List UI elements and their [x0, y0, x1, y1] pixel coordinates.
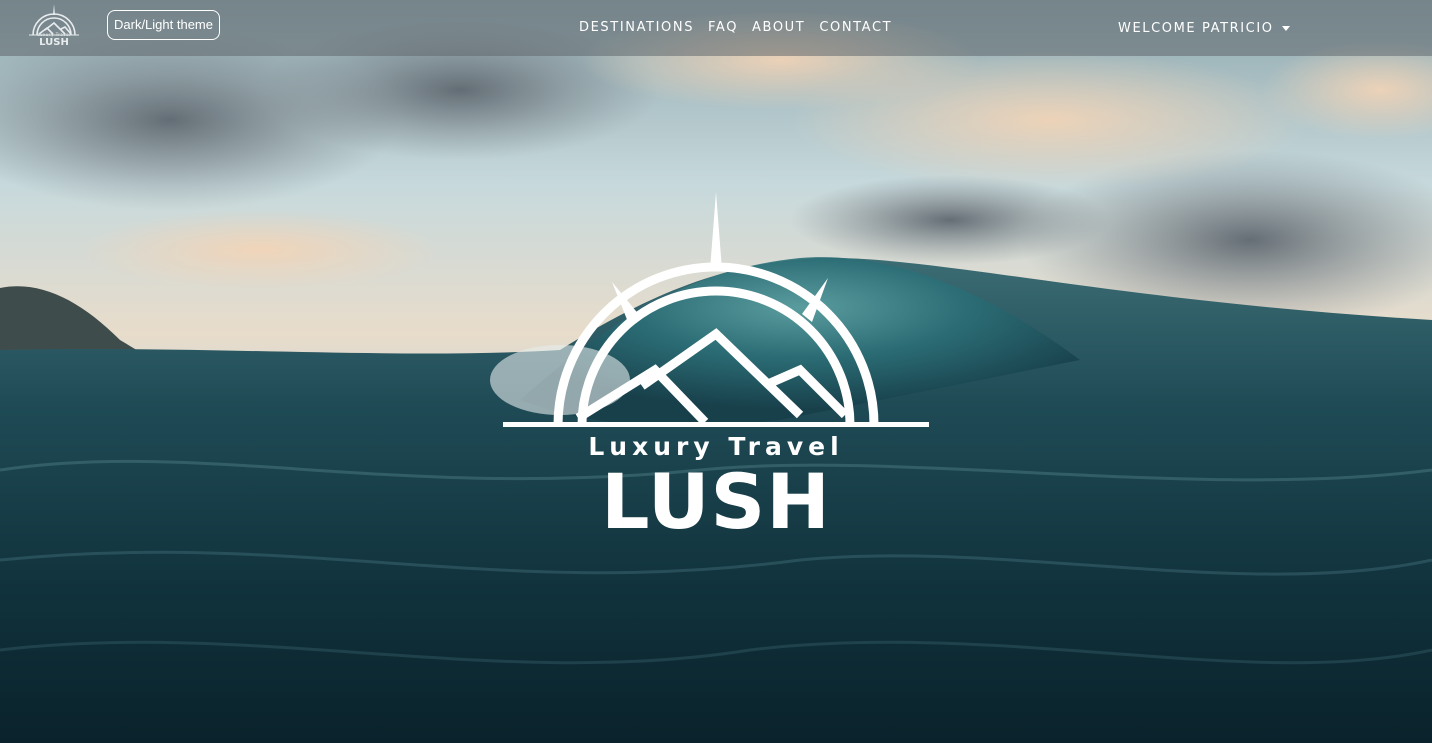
nav-link-contact[interactable]: CONTACT [812, 0, 899, 56]
nav-links: DESTINATIONS FAQ ABOUT CONTACT [572, 0, 899, 56]
hero-section: Luxury Travel LUSH [0, 0, 1432, 743]
nav-link-destinations[interactable]: DESTINATIONS [572, 0, 701, 56]
navbar-logo-wordmark: LUSH [39, 37, 69, 48]
theme-toggle-button[interactable]: Dark/Light theme [107, 10, 220, 40]
user-menu-dropdown[interactable]: WELCOME PATRICIO [1112, 0, 1296, 56]
top-navbar: Luxury Travel LUSH Dark/Light theme DEST… [0, 0, 1432, 56]
nav-link-faq[interactable]: FAQ [701, 0, 745, 56]
caret-down-icon [1281, 25, 1290, 31]
hero-wordmark: LUSH [601, 457, 831, 546]
user-menu-label: WELCOME PATRICIO [1118, 20, 1274, 36]
navbar-logo-caption: Luxury Travel LUSH [27, 32, 81, 48]
nav-link-about[interactable]: ABOUT [745, 0, 812, 56]
